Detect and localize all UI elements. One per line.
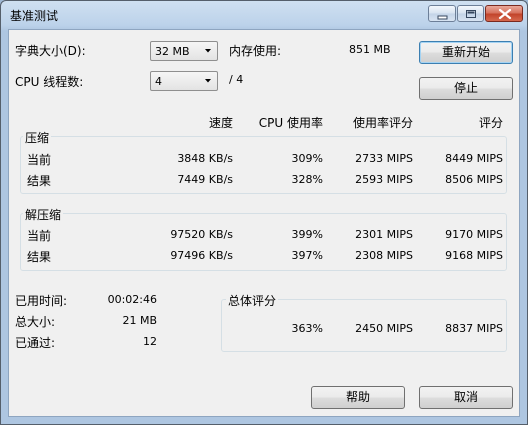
minimize-icon <box>437 15 448 20</box>
stop-button[interactable]: 停止 <box>419 77 513 100</box>
compression-current-label: 当前 <box>27 153 52 167</box>
compression-result-label: 结果 <box>27 174 52 188</box>
decompression-current-label: 当前 <box>27 229 52 243</box>
compression-result-rating: 8506 MIPS <box>445 173 503 186</box>
chevron-down-icon <box>205 79 211 83</box>
total-usage-rating: 2450 MIPS <box>355 322 413 335</box>
decompression-result-speed: 97496 KB/s <box>170 249 233 262</box>
chevron-down-icon <box>205 49 211 53</box>
total-rating-title: 总体评分 <box>226 292 279 309</box>
decompression-result-usage-rating: 2308 MIPS <box>355 249 413 262</box>
elapsed-time-label: 已用时间: <box>15 294 68 308</box>
decompression-current-usage: 399% <box>291 228 323 241</box>
minimize-button[interactable] <box>428 5 456 22</box>
maximize-icon <box>466 10 476 18</box>
close-button[interactable] <box>485 5 523 22</box>
passes-label: 已通过: <box>15 336 56 350</box>
cpu-threads-total: / 4 <box>229 73 244 86</box>
column-rating: 评分 <box>478 116 503 130</box>
maximize-button[interactable] <box>457 5 484 22</box>
benchmark-window: 基准测试 字典大小(D): 32 MB 内存使用: 851 MB CPU 线程数… <box>0 0 528 425</box>
window-title: 基准测试 <box>10 9 59 23</box>
dialog-body: 字典大小(D): 32 MB 内存使用: 851 MB CPU 线程数: 4 /… <box>8 29 520 417</box>
total-size-value: 21 MB <box>122 314 157 327</box>
passes-value: 12 <box>143 335 157 348</box>
elapsed-time-value: 00:02:46 <box>107 293 157 306</box>
compression-result-speed: 7449 KB/s <box>177 173 233 186</box>
decompression-group-title: 解压缩 <box>23 206 64 223</box>
compression-current-usage-rating: 2733 MIPS <box>355 152 413 165</box>
cpu-threads-label: CPU 线程数: <box>15 75 84 89</box>
dictionary-size-label: 字典大小(D): <box>15 44 86 58</box>
column-speed: 速度 <box>208 116 233 130</box>
decompression-current-rating: 9170 MIPS <box>445 228 503 241</box>
decompression-current-usage-rating: 2301 MIPS <box>355 228 413 241</box>
dictionary-size-value: 32 MB <box>155 45 190 58</box>
memory-usage-label: 内存使用: <box>229 44 282 58</box>
restart-button[interactable]: 重新开始 <box>419 41 513 64</box>
cpu-threads-value: 4 <box>155 75 162 88</box>
cancel-button[interactable]: 取消 <box>419 386 513 409</box>
title-bar[interactable]: 基准测试 <box>1 1 527 29</box>
compression-group-title: 压缩 <box>23 129 52 146</box>
decompression-current-speed: 97520 KB/s <box>170 228 233 241</box>
compression-current-rating: 8449 MIPS <box>445 152 503 165</box>
decompression-result-rating: 9168 MIPS <box>445 249 503 262</box>
decompression-group <box>20 213 507 271</box>
dictionary-size-select[interactable]: 32 MB <box>150 41 218 61</box>
cpu-threads-select[interactable]: 4 <box>150 71 218 91</box>
compression-result-usage: 328% <box>291 173 323 186</box>
column-cpu-usage: CPU 使用率 <box>258 116 323 130</box>
total-size-label: 总大小: <box>15 315 56 329</box>
help-button[interactable]: 帮助 <box>311 386 405 409</box>
close-icon <box>498 8 512 20</box>
decompression-result-label: 结果 <box>27 250 52 264</box>
total-usage: 363% <box>291 322 323 335</box>
compression-result-usage-rating: 2593 MIPS <box>355 173 413 186</box>
total-rating: 8837 MIPS <box>445 322 503 335</box>
column-usage-rating: 使用率评分 <box>352 116 413 130</box>
compression-current-usage: 309% <box>291 152 323 165</box>
memory-usage-value: 851 MB <box>349 43 391 56</box>
decompression-result-usage: 397% <box>291 249 323 262</box>
compression-current-speed: 3848 KB/s <box>177 152 233 165</box>
